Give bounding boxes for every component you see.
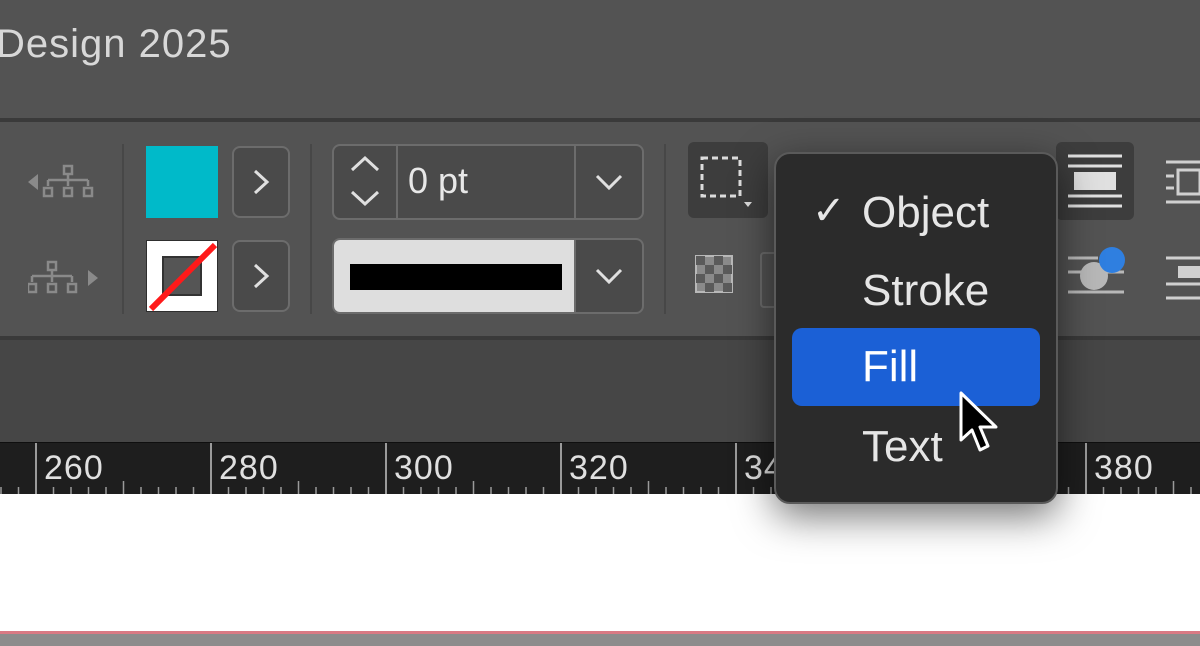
document-page[interactable] — [0, 494, 1200, 646]
ruler-label: 280 — [219, 449, 279, 487]
pasteboard — [0, 634, 1200, 646]
chevron-right-icon — [253, 263, 270, 289]
stroke-swatch-none[interactable] — [146, 240, 218, 312]
menu-item-stroke[interactable]: Stroke — [792, 252, 1040, 330]
stroke-weight-stepper[interactable] — [334, 146, 398, 218]
stepper-icon — [350, 155, 380, 207]
menu-item-fill[interactable]: Fill — [792, 328, 1040, 406]
text-wrap-icon — [1068, 154, 1122, 208]
fill-swatch-menu-button[interactable] — [232, 146, 290, 218]
text-wrap-options-icon[interactable] — [1162, 156, 1200, 208]
stroke-type-preview[interactable] — [334, 240, 576, 312]
reference-point-left-icon[interactable] — [28, 162, 98, 202]
dropdown-menu: ✓ Object Stroke Fill Text — [774, 152, 1058, 504]
ruler-label: 260 — [44, 449, 104, 487]
stroke-weight-input[interactable]: 0 pt — [408, 160, 468, 202]
checkmark-icon: ✓ — [812, 189, 846, 233]
text-wrap-button[interactable] — [1056, 142, 1134, 220]
effects-icon[interactable] — [1064, 242, 1130, 306]
separator — [122, 144, 124, 314]
chevron-down-icon — [595, 174, 623, 191]
reference-point-right-icon[interactable] — [28, 258, 98, 298]
ruler-label: 380 — [1094, 449, 1154, 487]
stroke-type-solid-line — [350, 264, 562, 290]
ruler-label: 300 — [394, 449, 454, 487]
chevron-down-icon — [595, 268, 623, 285]
separator — [664, 144, 666, 314]
separator — [310, 144, 312, 314]
none-swatch-icon — [148, 242, 217, 311]
stroke-swatch-menu-button[interactable] — [232, 240, 290, 312]
badge-blue-dot — [1099, 247, 1125, 273]
app-title: Design 2025 — [0, 22, 232, 66]
frame-fitting-button[interactable] — [688, 142, 768, 218]
checker-icon[interactable] — [694, 254, 734, 294]
ruler-label: 320 — [569, 449, 629, 487]
fill-swatch[interactable] — [146, 146, 218, 218]
stroke-type-control — [332, 238, 644, 314]
menu-item-text[interactable]: Text — [792, 408, 1040, 486]
stroke-weight-dropdown[interactable] — [574, 146, 642, 218]
menu-item-object[interactable]: ✓ Object — [792, 174, 1040, 252]
mouse-cursor-icon — [959, 391, 998, 452]
title-bar: Design 2025 — [0, 0, 1200, 122]
align-options-icon[interactable] — [1162, 252, 1200, 304]
stroke-type-dropdown[interactable] — [574, 240, 642, 312]
chevron-right-icon — [253, 169, 270, 195]
frame-fitting-icon — [700, 156, 752, 207]
stroke-weight-control: 0 pt — [332, 144, 644, 220]
